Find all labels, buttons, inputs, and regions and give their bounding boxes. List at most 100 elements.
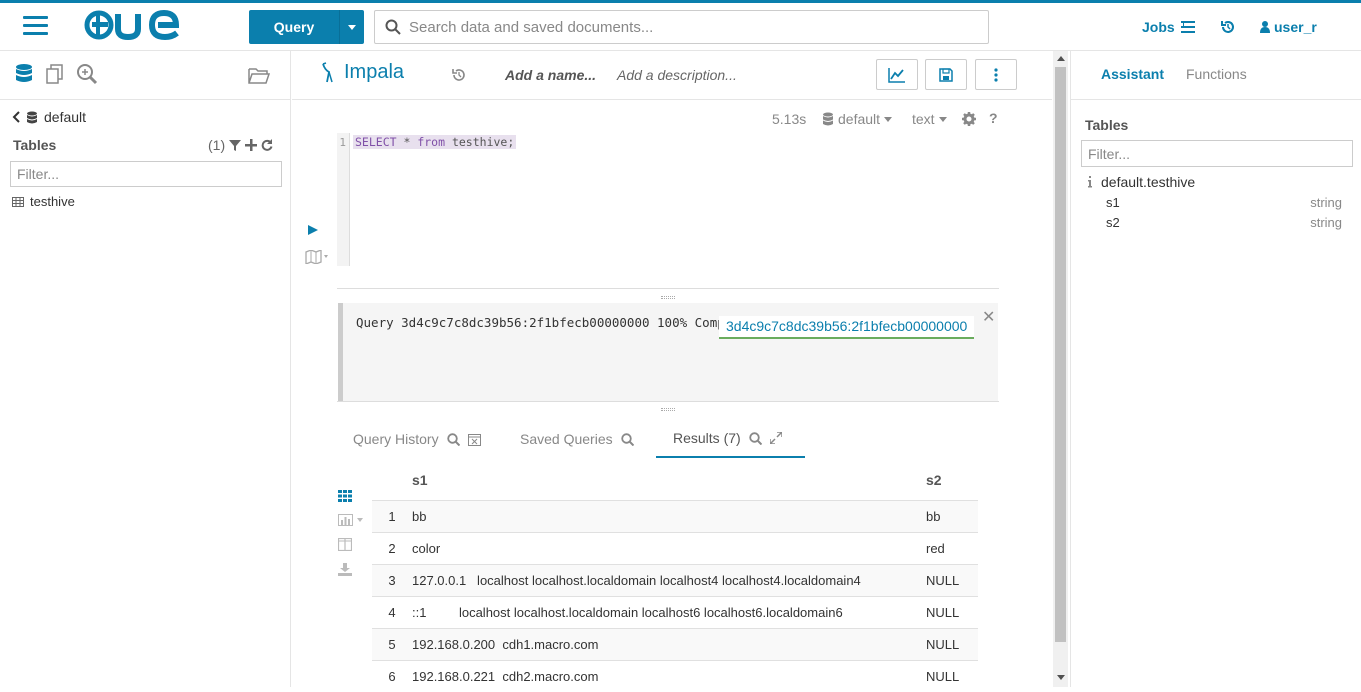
expand-icon[interactable] <box>769 432 782 444</box>
assistant-column-item[interactable]: s1 string <box>1106 195 1342 210</box>
column-name: s1 <box>1106 195 1120 210</box>
query-history-icon[interactable] <box>452 68 466 82</box>
cell-s1: ::1 localhost localhost.localdomain loca… <box>412 595 926 628</box>
save-button[interactable] <box>925 59 967 90</box>
row-number: 6 <box>372 659 412 692</box>
format-selector-label: text <box>912 111 935 127</box>
cell-s2: NULL <box>926 595 978 628</box>
tab-label: Results (7) <box>673 430 741 446</box>
scroll-thumb[interactable] <box>1055 67 1066 642</box>
help-icon[interactable]: ? <box>989 110 998 126</box>
user-menu[interactable]: user_r <box>1260 19 1317 35</box>
info-icon[interactable] <box>1087 176 1093 188</box>
database-icon[interactable] <box>14 63 34 85</box>
chevron-left-icon[interactable] <box>12 111 20 123</box>
database-icon <box>27 111 37 123</box>
query-id-tooltip[interactable]: 3d4c9c7c8dc39b56:2f1bfecb00000000 <box>719 316 975 339</box>
tab-functions[interactable]: Functions <box>1186 66 1247 82</box>
tables-header: Tables <box>1085 117 1129 133</box>
folder-open-icon[interactable] <box>248 65 270 85</box>
jobs-button[interactable]: Jobs <box>1142 19 1195 35</box>
cell-s2: NULL <box>926 627 978 660</box>
cell-s2: NULL <box>926 659 978 692</box>
more-actions-button[interactable] <box>975 59 1017 90</box>
play-icon[interactable] <box>307 224 319 236</box>
download-icon[interactable] <box>338 563 352 576</box>
table-row: 1 bb bb <box>372 499 978 532</box>
cell-s2: red <box>926 531 978 564</box>
row-number: 4 <box>372 595 412 628</box>
calendar-clear-icon[interactable] <box>467 433 481 446</box>
refresh-icon[interactable] <box>261 139 273 151</box>
tab-assistant[interactable]: Assistant <box>1101 66 1164 82</box>
chevron-down-icon <box>884 116 893 122</box>
column-header-s1[interactable]: s1 <box>412 460 926 500</box>
search-icon <box>385 19 401 35</box>
divider <box>0 99 291 100</box>
tables-filter-input[interactable] <box>10 161 282 187</box>
tab-label: Saved Queries <box>520 431 613 447</box>
resize-handle[interactable] <box>661 408 675 411</box>
bar-chart-icon[interactable] <box>338 514 366 526</box>
table-item[interactable]: testhive <box>12 194 75 209</box>
scroll-down-icon[interactable] <box>1057 675 1065 680</box>
tab-results[interactable]: Results (7) <box>656 420 805 458</box>
chevron-down-icon <box>938 116 947 122</box>
filter-icon[interactable] <box>229 139 242 151</box>
sql-token: * <box>396 135 418 149</box>
columns-icon[interactable] <box>338 538 352 551</box>
table-row: 2 color red <box>372 531 978 564</box>
scroll-up-icon[interactable] <box>1057 56 1065 61</box>
sql-keyword: SELECT <box>355 135 397 149</box>
chart-button[interactable] <box>876 59 918 90</box>
impala-icon <box>322 61 333 82</box>
search-icon[interactable] <box>446 432 460 446</box>
search-icon[interactable] <box>620 432 634 446</box>
database-selector[interactable]: default <box>822 111 893 127</box>
assistant-filter-input[interactable] <box>1081 140 1353 167</box>
jobs-label: Jobs <box>1142 19 1175 35</box>
resize-handle[interactable] <box>661 296 675 299</box>
execution-time: 5.13s <box>772 111 807 127</box>
query-dropdown-toggle[interactable] <box>339 10 364 44</box>
left-assist-panel: default Tables (1) testhive <box>0 51 291 687</box>
cell-s1: bb <box>412 499 926 532</box>
search-icon[interactable] <box>748 431 762 445</box>
hue-logo[interactable] <box>84 9 184 41</box>
editor-scrollbar[interactable] <box>1053 51 1068 687</box>
query-name-field[interactable]: Add a name... <box>505 67 596 83</box>
hamburger-menu-icon[interactable] <box>23 16 48 36</box>
table-icon <box>12 196 24 207</box>
column-name: s2 <box>1106 215 1120 230</box>
query-button[interactable]: Query <box>249 10 364 44</box>
database-breadcrumb[interactable]: default <box>12 109 86 125</box>
assistant-column-item[interactable]: s2 string <box>1106 215 1342 230</box>
cell-s2: NULL <box>926 563 978 596</box>
tab-query-history[interactable]: Query History <box>353 420 481 458</box>
gear-icon[interactable] <box>962 112 976 126</box>
plus-icon[interactable] <box>245 139 258 151</box>
close-icon[interactable]: ✕ <box>982 307 995 327</box>
database-name: default <box>44 109 87 125</box>
zoom-search-icon[interactable] <box>76 63 98 85</box>
query-button-label: Query <box>273 19 315 35</box>
column-header-s2[interactable]: s2 <box>926 460 978 500</box>
query-description-field[interactable]: Add a description... <box>617 67 737 83</box>
top-navbar: Query Jobs user_r <box>0 0 1361 51</box>
history-icon[interactable] <box>1221 20 1235 34</box>
search-input[interactable] <box>409 18 969 36</box>
tab-label: Query History <box>353 431 439 447</box>
more-vertical-icon <box>994 67 998 82</box>
table-row: 3 127.0.0.1 localhost localhost.localdoma… <box>372 563 978 596</box>
global-search[interactable] <box>374 10 989 44</box>
result-view-tools <box>338 490 366 576</box>
grid-icon[interactable] <box>338 490 352 502</box>
sql-editor-line[interactable]: SELECT * from testhive; <box>353 135 517 149</box>
divider <box>337 288 999 289</box>
format-selector[interactable]: text <box>912 111 947 127</box>
explain-map-icon[interactable] <box>305 250 333 264</box>
table-name: testhive <box>30 194 75 209</box>
documents-icon[interactable] <box>44 63 66 85</box>
assistant-table-item[interactable]: default.testhive <box>1087 174 1195 190</box>
tab-saved-queries[interactable]: Saved Queries <box>520 420 634 458</box>
